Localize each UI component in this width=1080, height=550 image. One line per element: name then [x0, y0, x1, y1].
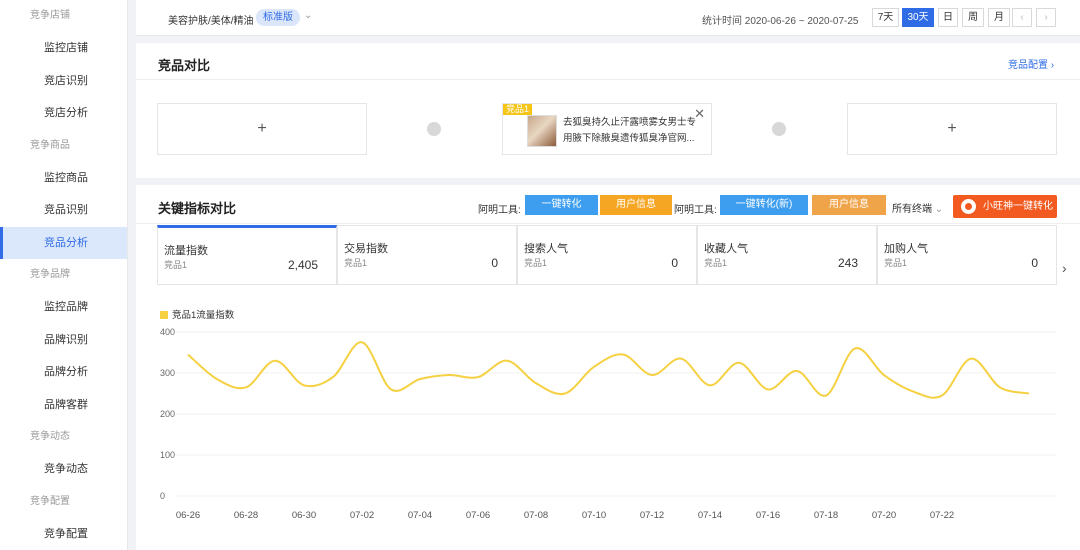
top-filter-bar: 美容护肤/美体/精油 标准版 ⌄ 统计时间 2020-06-26 ~ 2020-… [136, 0, 1080, 36]
y-tick-label: 100 [160, 450, 175, 460]
sidebar-group-label: 竞争商品 [30, 139, 70, 151]
user-info-button-2[interactable]: 用户信息 [812, 195, 886, 215]
traffic-line-chart: 400 300 200 100 0 06-26 06-28 06-30 07-02 07-04 07… [160, 327, 1056, 521]
y-tick-label: 300 [160, 368, 175, 378]
next-period-icon[interactable]: › [1036, 8, 1056, 27]
divider [136, 223, 1080, 224]
x-tick-label: 07-12 [640, 510, 664, 521]
product-card[interactable]: 竞品1 去狐臭持久止汗露喷雾女男士专用腋下除腋臭遗传狐臭净官网... ✕ [502, 103, 712, 155]
y-tick-label: 0 [160, 491, 165, 501]
sidebar-item[interactable]: 竞品识别 [0, 194, 127, 227]
vs-icon [772, 122, 786, 136]
tool-label: 阿明工具: [674, 205, 717, 216]
compare-title: 竞品对比 [158, 58, 211, 73]
x-tick-label: 07-18 [814, 510, 838, 521]
metric-sub: 竞品1 [704, 258, 728, 268]
series-line [187, 341, 1030, 399]
metric-sub: 竞品1 [884, 258, 908, 268]
robot-convert-button[interactable]: 小旺神一键转化 [953, 195, 1057, 218]
x-tick-label: 06-28 [234, 510, 258, 521]
prev-period-icon[interactable]: ‹ [1012, 8, 1032, 27]
metric-sub: 竞品1 [524, 258, 548, 268]
terminal-selector[interactable]: 所有终端 ⌄ [892, 200, 943, 215]
sidebar-item[interactable]: 品牌分析 [0, 356, 127, 389]
category-selector[interactable]: 美容护肤/美体/精油 [168, 12, 254, 27]
metric-sub: 竞品1 [164, 260, 188, 270]
metric-value: 0 [671, 256, 678, 270]
legend-swatch [160, 311, 168, 319]
chart-legend: 竞品1流量指数 [160, 307, 234, 321]
metric-title: 收藏人气 [704, 243, 748, 255]
stat-time-range: 统计时间 2020-06-26 ~ 2020-07-25 [702, 16, 859, 27]
sidebar-item[interactable]: 监控品牌 [0, 291, 127, 324]
sidebar-item[interactable]: 监控店铺 [0, 32, 127, 65]
robot-icon [961, 199, 976, 214]
sidebar-item[interactable]: 竞店分析 [0, 97, 127, 130]
metric-card[interactable]: 流量指数竞品1 2,405 [157, 225, 337, 285]
y-tick-label: 400 [160, 327, 175, 337]
sidebar-item[interactable]: 竞争配置 [0, 518, 127, 550]
metric-title: 加购人气 [884, 243, 928, 255]
one-click-convert-new-button[interactable]: 一键转化(新) [720, 195, 808, 215]
range-30d-button[interactable]: 30天 [902, 8, 934, 27]
chevron-down-icon[interactable]: ⌄ [304, 10, 312, 21]
metric-sub: 竞品1 [344, 258, 368, 268]
x-tick-label: 07-06 [466, 510, 490, 521]
sidebar: 竞争店铺监控店铺 竞店识别 竞店分析竞争商品监控商品 竞品识别 竞品分析竞争品牌监控品牌… [0, 0, 128, 550]
x-tick-label: 07-20 [872, 510, 896, 521]
sidebar-group-label: 竞争店铺 [30, 10, 70, 21]
add-product-slot-3[interactable]: + [847, 103, 1057, 155]
x-tick-label: 07-04 [408, 510, 432, 521]
user-info-button[interactable]: 用户信息 [600, 195, 672, 215]
metric-title: 交易指数 [344, 243, 388, 255]
metric-card[interactable]: 搜索人气竞品1 0 [517, 225, 697, 285]
chevron-right-icon[interactable]: › [1062, 260, 1067, 276]
range-month-button[interactable]: 月 [988, 8, 1010, 27]
metric-value: 243 [837, 256, 858, 270]
sidebar-item[interactable]: 监控商品 [0, 162, 127, 195]
sidebar-item[interactable]: 竞品分析 [0, 226, 127, 259]
metric-card[interactable]: 加购人气竞品1 0 [877, 225, 1057, 285]
sidebar-item[interactable]: 竞争动态 [0, 453, 127, 486]
sidebar-group-label: 竞争品牌 [30, 269, 70, 280]
sidebar-group-label: 竞争动态 [30, 431, 70, 442]
vs-icon [427, 122, 441, 136]
metrics-title: 关键指标对比 [158, 201, 237, 216]
edition-badge: 标准版 [256, 9, 300, 26]
divider [136, 79, 1080, 80]
chevron-down-icon: ⌄ [934, 204, 944, 215]
one-click-convert-button[interactable]: 一键转化 [525, 195, 598, 215]
metric-title: 搜索人气 [524, 243, 568, 255]
metric-value: 0 [491, 256, 498, 270]
product-title: 去狐臭持久止汗露喷雾女男士专用腋下除腋臭遗传狐臭净官网... [563, 117, 697, 144]
x-tick-label: 06-26 [176, 510, 200, 521]
compare-config-link[interactable]: 竞品配置 › [1008, 56, 1056, 71]
metric-card[interactable]: 收藏人气竞品1 243 [697, 225, 877, 285]
chevron-right-icon: › [1050, 60, 1055, 71]
product-thumbnail [527, 115, 557, 147]
metric-title: 流量指数 [164, 245, 208, 257]
range-7d-button[interactable]: 7天 [872, 8, 899, 27]
add-product-slot-1[interactable]: + [157, 103, 367, 155]
x-tick-label: 07-22 [930, 510, 954, 521]
metric-value: 0 [1031, 256, 1038, 270]
sidebar-item[interactable]: 品牌客群 [0, 389, 127, 422]
close-icon[interactable]: ✕ [694, 106, 705, 122]
sidebar-item[interactable]: 竞店识别 [0, 65, 127, 98]
y-tick-label: 200 [160, 409, 175, 419]
x-tick-label: 07-14 [698, 510, 722, 521]
metric-value: 2,405 [287, 258, 318, 272]
metric-card[interactable]: 交易指数竞品1 0 [337, 225, 517, 285]
x-tick-label: 07-10 [582, 510, 606, 521]
x-tick-label: 06-30 [292, 510, 316, 521]
tool-label: 阿明工具: [478, 205, 521, 216]
range-day-button[interactable]: 日 [938, 8, 958, 27]
x-tick-label: 07-08 [524, 510, 548, 521]
sidebar-group-label: 竞争配置 [30, 495, 70, 507]
sidebar-item[interactable]: 品牌识别 [0, 324, 127, 357]
x-tick-label: 07-16 [756, 510, 780, 521]
range-week-button[interactable]: 周 [962, 8, 984, 27]
product-tag: 竞品1 [503, 104, 533, 115]
x-tick-label: 07-02 [350, 510, 374, 521]
